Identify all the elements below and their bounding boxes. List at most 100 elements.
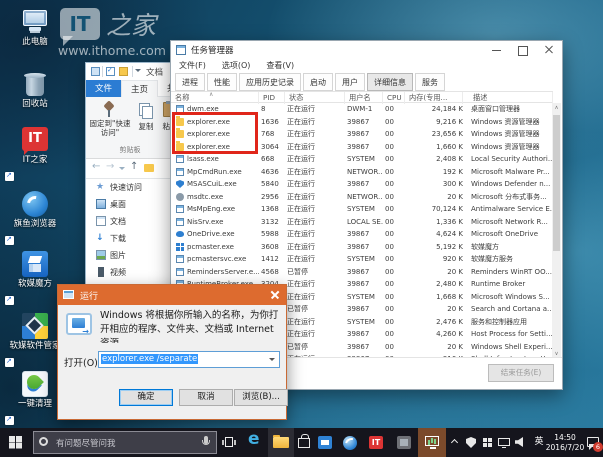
sidebar-item-desktop[interactable]: 桌面: [86, 196, 170, 213]
store-button[interactable]: [294, 428, 314, 457]
cell-4: 00: [385, 253, 405, 266]
sidebar-item-pictures[interactable]: 图片: [86, 247, 170, 264]
cell-6: 服务和控制器应用: [471, 316, 553, 329]
close-icon[interactable]: [264, 285, 286, 305]
process-row[interactable]: RemindersServer.e...4568已暂停398670020 KRe…: [171, 266, 553, 279]
hidden-icons-chevron[interactable]: [450, 428, 462, 457]
run-command-input[interactable]: explorer.exe /separate: [98, 351, 280, 368]
cell-name: pcmastersvc.exe: [173, 253, 259, 266]
cancel-button[interactable]: 取消: [179, 389, 233, 406]
process-row[interactable]: pcmastersvc.exe1412正在运行SYSTEM00920 K软媒魔方…: [171, 253, 553, 266]
back-arrow-icon[interactable]: [92, 161, 100, 172]
scrollbar[interactable]: [552, 103, 561, 359]
start-button[interactable]: [0, 428, 32, 457]
tab-启动[interactable]: 启动: [303, 73, 333, 91]
desktop-icon-fish-browser[interactable]: 旗鱼浏览器: [4, 190, 66, 246]
end-task-button[interactable]: 结束任务(E): [488, 364, 554, 382]
fish-browser-icon: [343, 436, 357, 450]
network-tray-icon[interactable]: [495, 428, 513, 457]
sidebar-item-document[interactable]: 文档: [86, 213, 170, 230]
defender-tray-icon[interactable]: [463, 428, 479, 457]
ithome-logo-script: 之家: [106, 6, 156, 42]
sidebar-item-videos[interactable]: 视频: [86, 264, 170, 281]
process-row[interactable]: MsMpEng.exe1368正在运行SYSTEM0070,124 KAntim…: [171, 203, 553, 216]
process-row[interactable]: OneDrive.exe5988正在运行39867004,624 KMicros…: [171, 228, 553, 241]
forward-arrow-icon[interactable]: [106, 161, 114, 172]
minimize-button[interactable]: [484, 41, 510, 59]
cell-6: Reminders WinRT OO...: [471, 266, 553, 279]
cell-1: 5988: [261, 228, 285, 241]
desktop-icon-ithome[interactable]: ITIT之家: [4, 126, 66, 182]
sidebar-item-star[interactable]: 快速访问: [86, 179, 170, 196]
process-row[interactable]: msdtc.exe2956正在运行NETWOR...0020 KMicrosof…: [171, 191, 553, 204]
copy-button[interactable]: 复制: [132, 121, 160, 132]
process-row[interactable]: lsass.exe668正在运行SYSTEM002,408 KLocal Sec…: [171, 153, 553, 166]
qat-file-icon[interactable]: [91, 67, 100, 76]
run-command-icon: [66, 313, 92, 335]
cell-5: 5,192 K: [407, 241, 463, 254]
cell-5: 20 K: [407, 341, 463, 354]
qat-newfolder-icon[interactable]: [119, 67, 128, 76]
cell-6: Host Process for Setti...: [471, 328, 553, 341]
sidebar-item-label: 视频: [110, 268, 126, 277]
cell-6: Local Security Authori...: [471, 153, 553, 166]
clock[interactable]: 14:50 2016/7/20: [545, 428, 585, 457]
desktop-icon-recycle-bin[interactable]: 回收站: [4, 70, 66, 126]
file-explorer-button[interactable]: [268, 428, 294, 457]
tab-进程[interactable]: 进程: [175, 73, 205, 91]
app-gray-button[interactable]: [392, 428, 416, 457]
menu-选项(O)[interactable]: 选项(O): [214, 59, 259, 72]
close-button[interactable]: [536, 41, 562, 59]
menu-查看(V)[interactable]: 查看(V): [258, 59, 302, 72]
up-arrow-icon[interactable]: [130, 161, 138, 172]
menu-文件(F)[interactable]: 文件(F): [171, 59, 214, 72]
ithome-icon: IT: [20, 126, 50, 154]
recent-locations-chevron-icon[interactable]: [119, 167, 125, 173]
cortana-search-box[interactable]: 有问题尽管问我: [33, 431, 217, 454]
fish-browser-button[interactable]: [338, 428, 362, 457]
scroll-up-arrow-icon[interactable]: [552, 103, 561, 113]
ok-button[interactable]: 确定: [119, 389, 173, 406]
cell-5: 1,660 K: [407, 141, 463, 154]
edge-browser-button[interactable]: [242, 428, 268, 457]
browse-button[interactable]: 浏览(B)...: [234, 389, 288, 406]
tab-服务[interactable]: 服务: [415, 73, 445, 91]
ithome-icon: IT: [369, 436, 383, 449]
cell-6: Microsoft Windows S...: [471, 291, 553, 304]
scrollbar-thumb[interactable]: [553, 115, 560, 251]
cell-6: 桌面窗口管理器: [471, 103, 553, 116]
qat-properties-icon[interactable]: [106, 67, 115, 76]
task-manager-titlebar[interactable]: 任务管理器: [171, 41, 562, 59]
mofang-tray-icon[interactable]: [479, 428, 495, 457]
combo-dropdown-chevron-icon[interactable]: [269, 358, 275, 364]
ithome-button[interactable]: IT: [364, 428, 388, 457]
open-label: 打开(O):: [64, 355, 101, 369]
tab-应用历史记录[interactable]: 应用历史记录: [239, 73, 301, 91]
process-row[interactable]: NisSrv.exe3132正在运行LOCAL SE...001,336 KMi…: [171, 216, 553, 229]
process-row[interactable]: MpCmdRun.exe4636正在运行NETWOR...00192 KMicr…: [171, 166, 553, 179]
task-manager-button-active[interactable]: [418, 428, 446, 457]
process-row[interactable]: MSASCuiL.exe5840正在运行3986700300 KWindows …: [171, 178, 553, 191]
desktop-icon-label: 回收站: [4, 100, 66, 109]
cell-2: 正在运行: [287, 228, 345, 241]
document-icon: [96, 216, 106, 226]
sidebar-item-download[interactable]: 下载: [86, 230, 170, 247]
cell-name: NisSrv.exe: [173, 216, 259, 229]
process-row[interactable]: pcmaster.exe3608正在运行39867005,192 K软媒魔方: [171, 241, 553, 254]
app-blue-button[interactable]: [314, 428, 336, 457]
explorer-tab-文件[interactable]: 文件: [86, 80, 121, 97]
action-center-button[interactable]: 6: [585, 428, 603, 457]
tab-性能[interactable]: 性能: [207, 73, 237, 91]
desktop-icon-this-pc[interactable]: 此电脑: [4, 8, 66, 64]
cell-6: Windows Defender n...: [471, 178, 553, 191]
qat-customize-chevron-icon[interactable]: [135, 69, 141, 75]
tab-详细信息[interactable]: 详细信息: [367, 73, 413, 91]
maximize-button[interactable]: [510, 41, 536, 59]
run-dialog-titlebar[interactable]: 运行: [58, 285, 286, 305]
window-process-icon: [176, 168, 184, 176]
task-view-button[interactable]: [218, 428, 242, 457]
tab-用户[interactable]: 用户: [335, 73, 365, 91]
volume-tray-icon[interactable]: [513, 428, 531, 457]
explorer-tab-主页[interactable]: 主页: [121, 80, 158, 97]
pin-to-quick-access-button[interactable]: 固定到"快速访问": [88, 119, 132, 137]
